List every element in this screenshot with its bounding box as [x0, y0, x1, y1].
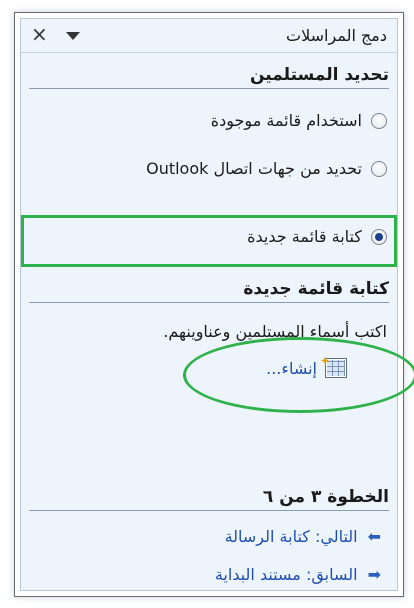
pane-header: دمج المراسلات ×: [21, 19, 397, 53]
radio-select-outlook-contacts[interactable]: تحديد من جهات اتصال Outlook: [31, 159, 387, 178]
pane-header-controls: ×: [31, 23, 80, 45]
radio-label: تحديد من جهات اتصال Outlook: [146, 159, 362, 178]
table-icon: ✦: [320, 354, 347, 378]
create-link[interactable]: ✦ إنشاء...: [266, 354, 347, 378]
radio-button-checked[interactable]: [371, 228, 387, 245]
mail-merge-task-pane-frame: دمج المراسلات × تحديد المستلمين استخدام …: [14, 12, 414, 597]
mail-merge-task-pane: دمج المراسلات × تحديد المستلمين استخدام …: [20, 18, 414, 591]
radio-label: استخدام قائمة موجودة: [210, 111, 362, 130]
radio-button[interactable]: [371, 112, 387, 129]
recipients-heading: تحديد المستلمين: [29, 65, 389, 89]
close-icon[interactable]: ×: [31, 23, 48, 45]
previous-step-label[interactable]: السابق: مستند البداية: [215, 565, 358, 584]
create-link-label[interactable]: إنشاء...: [266, 359, 317, 378]
radio-use-existing-list[interactable]: استخدام قائمة موجودة: [31, 111, 387, 130]
step-heading: الخطوة ٣ من ٦: [29, 487, 389, 511]
radio-type-new-list[interactable]: كتابة قائمة جديدة: [31, 227, 387, 246]
radio-label: كتابة قائمة جديدة: [247, 227, 362, 246]
arrow-left-icon: ⬅: [367, 527, 381, 546]
next-step-label[interactable]: التالي: كتابة الرسالة: [225, 527, 358, 546]
chevron-down-icon[interactable]: [65, 32, 80, 40]
new-list-heading: كتابة قائمة جديدة: [29, 279, 389, 303]
arrow-right-icon: ➡: [367, 565, 381, 584]
radio-button[interactable]: [371, 160, 387, 177]
next-step-link[interactable]: ⬅ التالي: كتابة الرسالة: [225, 527, 381, 546]
pane-title: دمج المراسلات: [286, 26, 387, 45]
previous-step-link[interactable]: ➡ السابق: مستند البداية: [215, 565, 381, 584]
